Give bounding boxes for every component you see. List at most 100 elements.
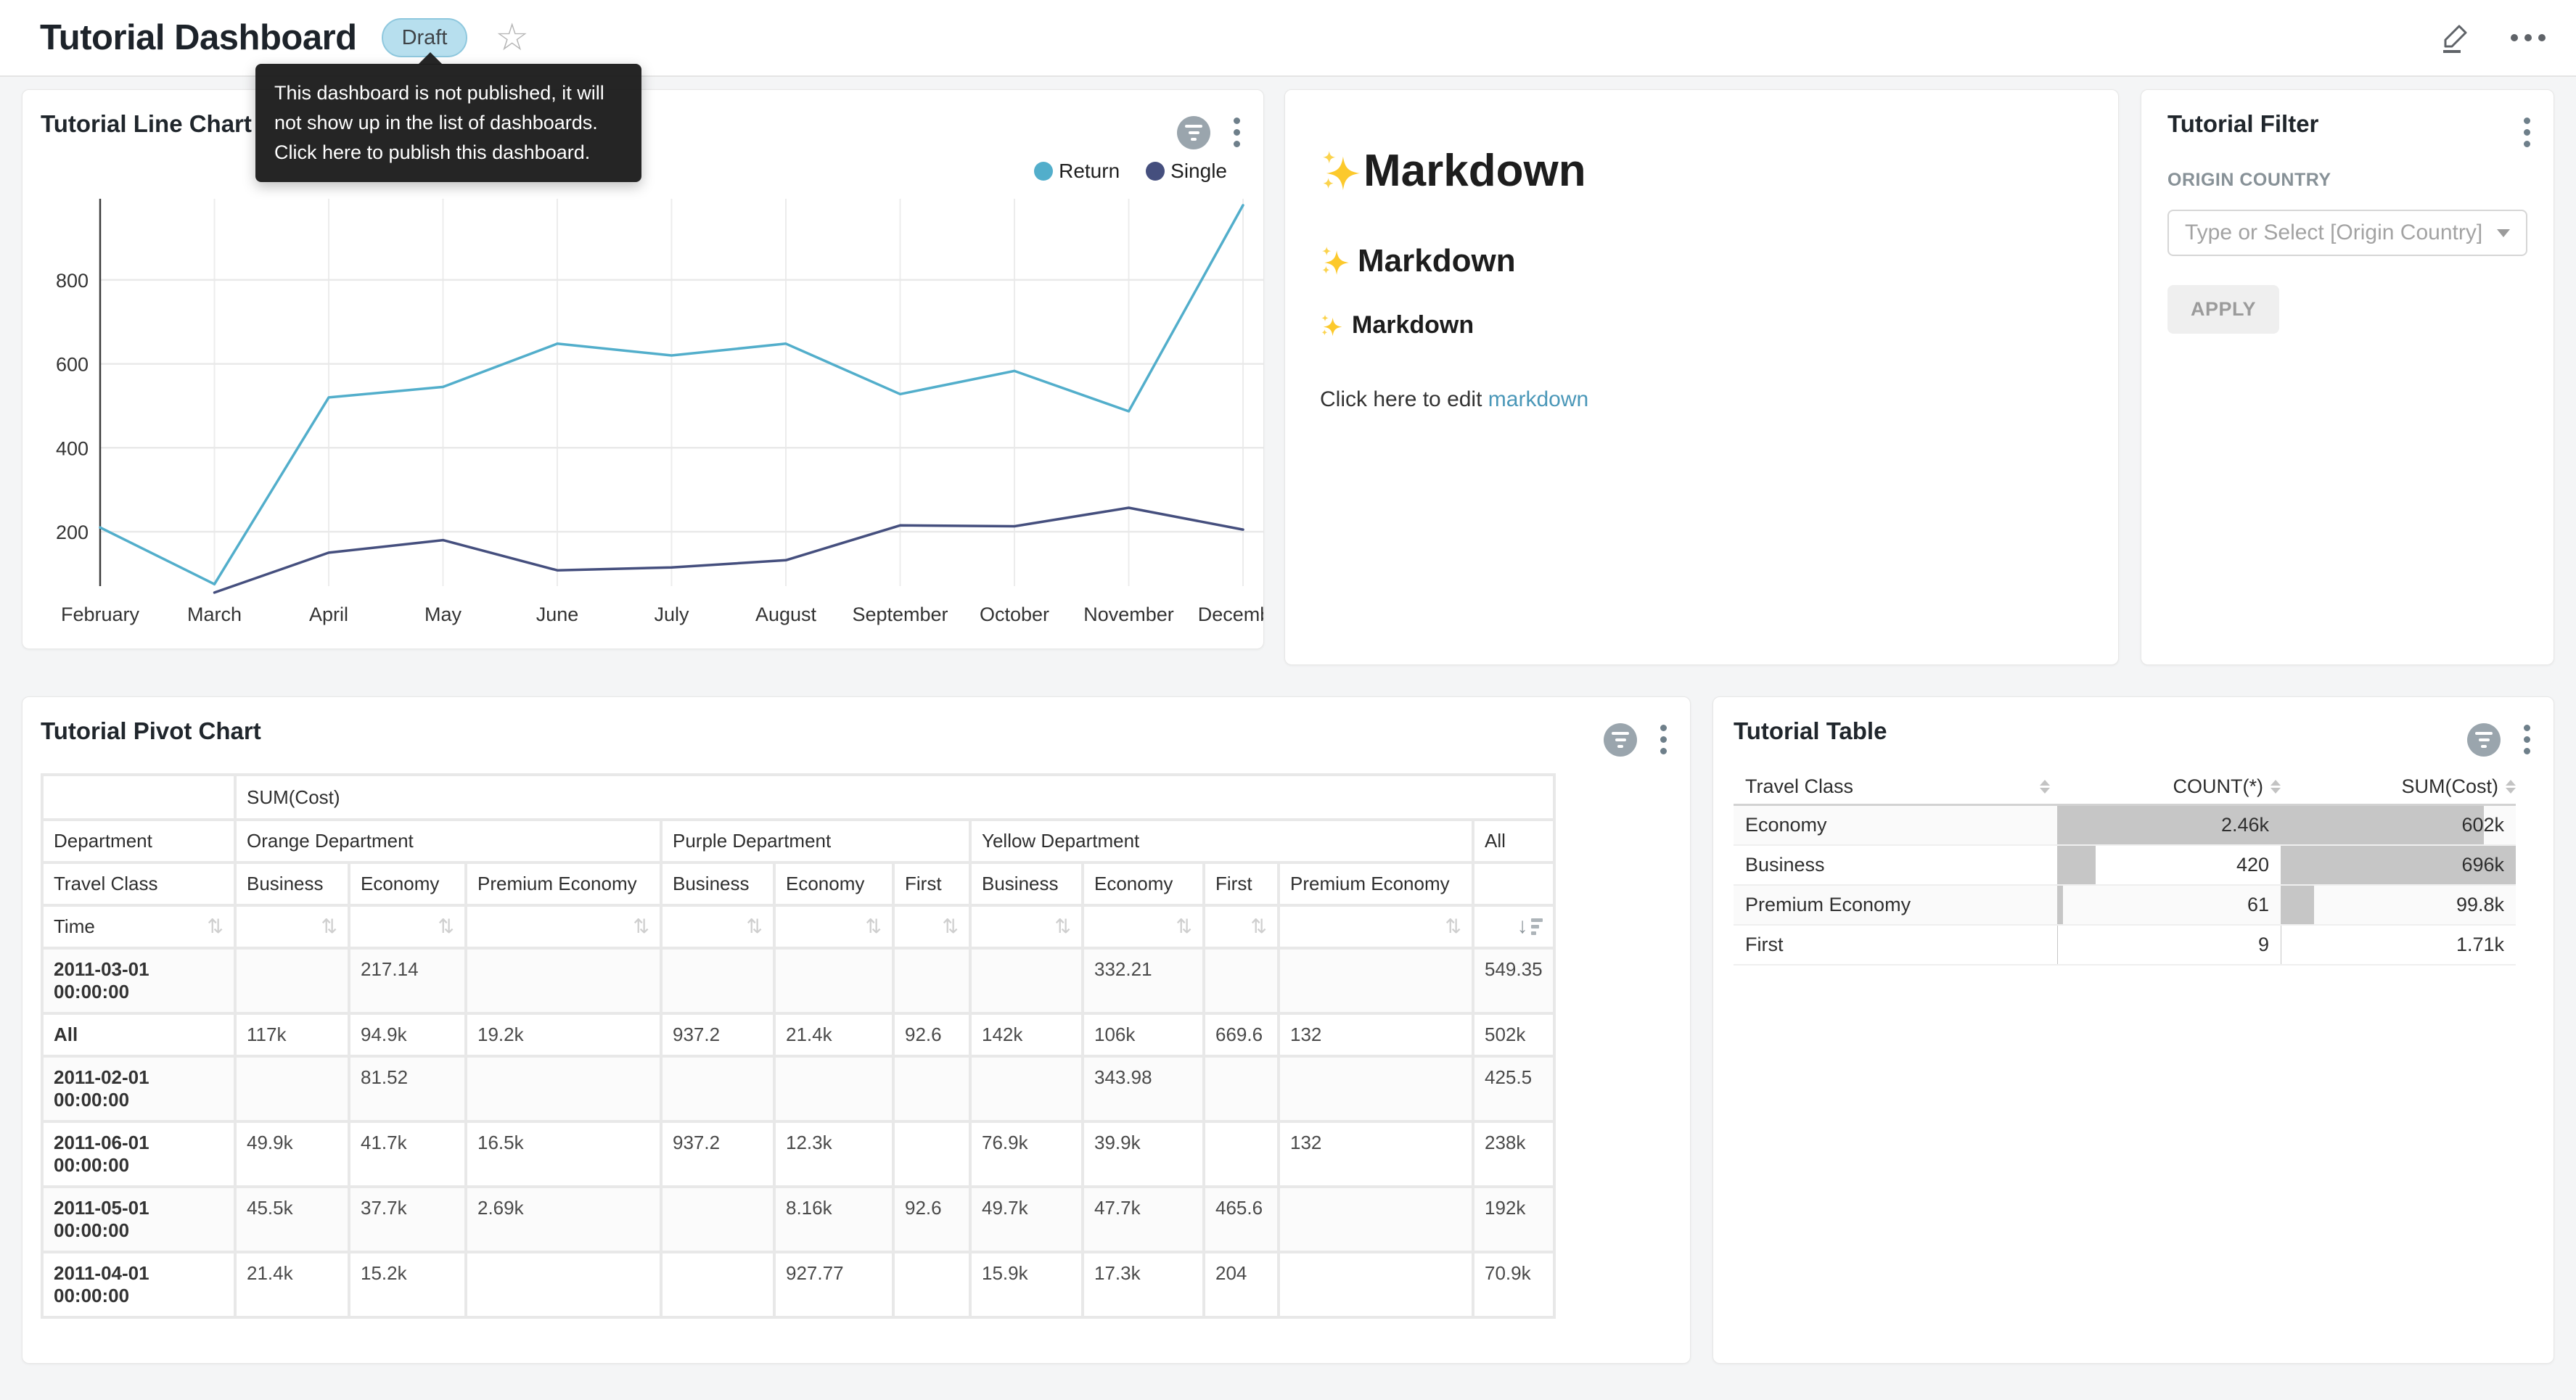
pivot-dept-label: Department — [44, 821, 234, 861]
table-row: First91.71k — [1734, 926, 2516, 965]
column-header-travel-class[interactable]: Travel Class — [1734, 775, 2057, 798]
chart-menu-icon[interactable] — [1657, 722, 1670, 757]
pivot-col-header: Economy — [1084, 864, 1202, 904]
column-header-count[interactable]: COUNT(*) — [2057, 775, 2281, 798]
svg-text:July: July — [654, 604, 689, 625]
pivot-cell — [467, 1253, 660, 1316]
pivot-cell: 45.5k — [237, 1188, 348, 1251]
sort-toggle-icon[interactable]: ⇅ — [865, 915, 882, 937]
legend-item-return[interactable]: Return — [1034, 160, 1120, 183]
pivot-cell: 92.6 — [895, 1188, 969, 1251]
pivot-cell: 927.77 — [776, 1253, 892, 1316]
pivot-col-header: Premium Economy — [467, 864, 660, 904]
pivot-cell: 94.9k — [350, 1015, 464, 1055]
markdown-heading-3: Markdown — [1320, 311, 2083, 339]
sort-toggle-icon[interactable]: ⇅ — [942, 915, 959, 937]
svg-text:December: December — [1198, 604, 1264, 625]
applied-filters-icon[interactable] — [1604, 723, 1637, 757]
markdown-heading-1: Markdown — [1320, 145, 2083, 197]
markdown-card: Markdown Markdown Markdown Click here to… — [1284, 89, 2119, 665]
pivot-cell — [895, 1123, 969, 1185]
more-menu-icon[interactable] — [2511, 34, 2546, 41]
pivot-cell: 81.52 — [350, 1058, 464, 1120]
pivot-cell — [1205, 950, 1277, 1012]
sort-caret-icon[interactable] — [2040, 780, 2050, 794]
pivot-cell: 21.4k — [776, 1015, 892, 1055]
svg-text:September: September — [852, 604, 948, 625]
pivot-cell: 12.3k — [776, 1123, 892, 1185]
pivot-cell: 937.2 — [663, 1015, 773, 1055]
sort-toggle-icon[interactable]: ⇅ — [438, 915, 454, 937]
pivot-cell: 8.16k — [776, 1188, 892, 1251]
pivot-col-header: Business — [237, 864, 348, 904]
pivot-group-header: Yellow Department — [972, 821, 1472, 861]
pivot-col-header: Premium Economy — [1280, 864, 1472, 904]
pivot-row-label: All — [44, 1015, 234, 1055]
dashboard-page: Tutorial Dashboard Draft ☆ This dashboar… — [0, 0, 2576, 1400]
svg-text:600: 600 — [56, 354, 89, 376]
applied-filters-icon[interactable] — [2467, 723, 2501, 757]
page-title: Tutorial Dashboard — [40, 17, 357, 58]
pivot-cell: 106k — [1084, 1015, 1202, 1055]
sort-toggle-icon[interactable]: ⇅ — [1054, 915, 1071, 937]
sparkles-icon — [1320, 150, 1362, 192]
pivot-cell: 49.7k — [972, 1188, 1081, 1251]
sort-toggle-icon[interactable]: ⇅ — [321, 915, 337, 937]
pivot-chart-title: Tutorial Pivot Chart — [41, 717, 261, 745]
pivot-time-label: Time — [54, 915, 95, 938]
edit-markdown-link[interactable]: markdown — [1488, 387, 1588, 411]
table-cell: Business — [1734, 846, 2057, 884]
pivot-cell: 132 — [1280, 1123, 1472, 1185]
pivot-cell: 47.7k — [1084, 1188, 1202, 1251]
pivot-row-label: 2011-02-01 00:00:00 — [44, 1058, 234, 1120]
apply-button[interactable]: APPLY — [2167, 285, 2279, 334]
sort-toggle-icon[interactable]: ⇅ — [1176, 915, 1192, 937]
pivot-cell: 39.9k — [1084, 1123, 1202, 1185]
pivot-row-label: 2011-03-01 00:00:00 — [44, 950, 234, 1012]
legend-dot-icon — [1034, 162, 1053, 181]
sort-caret-icon[interactable] — [2506, 780, 2516, 794]
pivot-cell — [663, 950, 773, 1012]
sort-toggle-icon[interactable]: ⇅ — [1445, 915, 1461, 937]
filter-menu-icon[interactable] — [2521, 115, 2533, 150]
chart-menu-icon[interactable] — [2521, 722, 2533, 757]
pivot-cell: 2.69k — [467, 1188, 660, 1251]
markdown-heading-2: Markdown — [1320, 243, 2083, 279]
sort-toggle-icon[interactable]: ⇅ — [1250, 915, 1267, 937]
svg-text:800: 800 — [56, 270, 89, 292]
legend-item-single[interactable]: Single — [1146, 160, 1227, 183]
chart-legend: Return Single — [1034, 160, 1227, 183]
pivot-cell — [1280, 1253, 1472, 1316]
pivot-table: SUM(Cost) Department Orange Department P… — [41, 773, 1556, 1319]
pivot-cell: 465.6 — [1205, 1188, 1277, 1251]
sort-caret-icon[interactable] — [2271, 780, 2281, 794]
pivot-cell: 49.9k — [237, 1123, 348, 1185]
pivot-cell: 669.6 — [1205, 1015, 1277, 1055]
svg-text:May: May — [424, 604, 462, 625]
pivot-cell: 76.9k — [972, 1123, 1081, 1185]
sort-toggle-icon[interactable]: ⇅ — [207, 917, 223, 936]
sort-descending-icon[interactable]: ↓ — [1517, 915, 1543, 937]
sort-toggle-icon[interactable]: ⇅ — [746, 915, 763, 937]
applied-filters-icon[interactable] — [1177, 116, 1210, 149]
pivot-cell — [776, 1058, 892, 1120]
origin-country-select[interactable]: Type or Select [Origin Country] — [2167, 210, 2527, 256]
pivot-cell: 15.9k — [972, 1253, 1081, 1316]
origin-country-label: ORIGIN COUNTRY — [2167, 170, 2527, 191]
pivot-cell: 17.3k — [1084, 1253, 1202, 1316]
pivot-cell: 92.6 — [895, 1015, 969, 1055]
pivot-cell: 142k — [972, 1015, 1081, 1055]
pivot-row: 2011-05-01 00:00:0045.5k37.7k2.69k8.16k9… — [44, 1188, 1553, 1251]
svg-text:August: August — [755, 604, 817, 625]
column-header-sum-cost[interactable]: SUM(Cost) — [2281, 775, 2516, 798]
pivot-cell: 425.5 — [1474, 1058, 1553, 1120]
sort-toggle-icon[interactable]: ⇅ — [633, 915, 649, 937]
edit-dashboard-icon[interactable] — [2438, 20, 2473, 55]
table-card: Tutorial Table Travel Class COUNT(*) SUM… — [1712, 696, 2554, 1364]
table-cell: 420 — [2057, 846, 2281, 884]
chart-menu-icon[interactable] — [1231, 115, 1243, 150]
pivot-row: 2011-06-01 00:00:0049.9k41.7k16.5k937.21… — [44, 1123, 1553, 1185]
favorite-star-icon[interactable]: ☆ — [495, 19, 529, 57]
pivot-row: 2011-04-01 00:00:0021.4k15.2k927.7715.9k… — [44, 1253, 1553, 1316]
pivot-cell: 238k — [1474, 1123, 1553, 1185]
